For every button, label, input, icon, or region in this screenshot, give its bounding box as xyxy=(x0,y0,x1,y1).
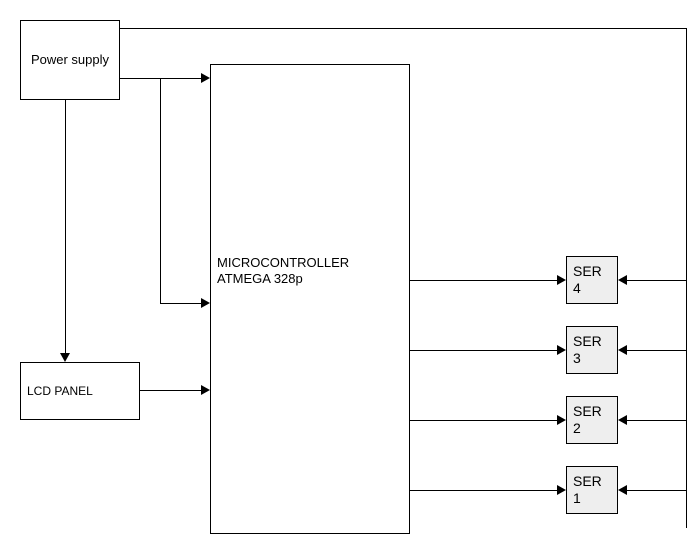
arrowhead-l-bend xyxy=(201,298,210,308)
servo-3-block: SER 3 xyxy=(566,326,618,374)
wire-mcu-to-ser2 xyxy=(410,420,557,421)
microcontroller-block: MICROCONTROLLER ATMEGA 328p xyxy=(210,64,410,534)
arrowhead-mcu-to-ser4 xyxy=(557,275,566,285)
wire-lcd-to-mcu xyxy=(140,390,201,391)
servo-2-label-b: 2 xyxy=(573,420,611,438)
servo-1-block: SER 1 xyxy=(566,466,618,514)
power-supply-block: Power supply xyxy=(20,20,120,100)
mcu-label-line2: ATMEGA 328p xyxy=(217,271,403,287)
arrowhead-lcd-to-mcu xyxy=(201,385,210,395)
arrowhead-mcu-to-ser1 xyxy=(557,485,566,495)
arrowhead-power-to-lcd xyxy=(60,353,70,362)
servo-1-label-b: 1 xyxy=(573,490,611,508)
wire-mcu-to-ser1 xyxy=(410,490,557,491)
wire-power-top-bus xyxy=(120,28,686,29)
wire-l-bend-h xyxy=(160,303,201,304)
servo-4-label-b: 4 xyxy=(573,280,611,298)
wire-right-rail xyxy=(686,28,687,528)
servo-2-label-a: SER xyxy=(573,403,611,421)
wire-mcu-to-ser4 xyxy=(410,280,557,281)
wire-rail-to-ser3 xyxy=(627,350,686,351)
wire-power-to-lcd-v xyxy=(65,100,66,353)
mcu-label-line1: MICROCONTROLLER xyxy=(217,255,403,271)
lcd-panel-block: LCD PANEL xyxy=(20,362,140,420)
wire-rail-to-ser2 xyxy=(627,420,686,421)
servo-4-label-a: SER xyxy=(573,263,611,281)
wire-mcu-to-ser3 xyxy=(410,350,557,351)
servo-1-label-a: SER xyxy=(573,473,611,491)
arrowhead-rail-to-ser3 xyxy=(618,345,627,355)
arrowhead-rail-to-ser2 xyxy=(618,415,627,425)
wire-l-bend-v xyxy=(160,78,161,303)
wire-rail-to-ser4 xyxy=(627,280,686,281)
servo-3-label-b: 3 xyxy=(573,350,611,368)
lcd-panel-label: LCD PANEL xyxy=(27,384,133,399)
arrowhead-rail-to-ser4 xyxy=(618,275,627,285)
arrowhead-mcu-to-ser3 xyxy=(557,345,566,355)
servo-2-block: SER 2 xyxy=(566,396,618,444)
power-supply-label: Power supply xyxy=(27,52,113,68)
arrowhead-rail-to-ser1 xyxy=(618,485,627,495)
arrowhead-power-to-mcu xyxy=(201,73,210,83)
servo-3-label-a: SER xyxy=(573,333,611,351)
wire-rail-to-ser1 xyxy=(627,490,686,491)
servo-4-block: SER 4 xyxy=(566,256,618,304)
arrowhead-mcu-to-ser2 xyxy=(557,415,566,425)
diagram-canvas: Power supply LCD PANEL MICROCONTROLLER A… xyxy=(0,0,700,548)
